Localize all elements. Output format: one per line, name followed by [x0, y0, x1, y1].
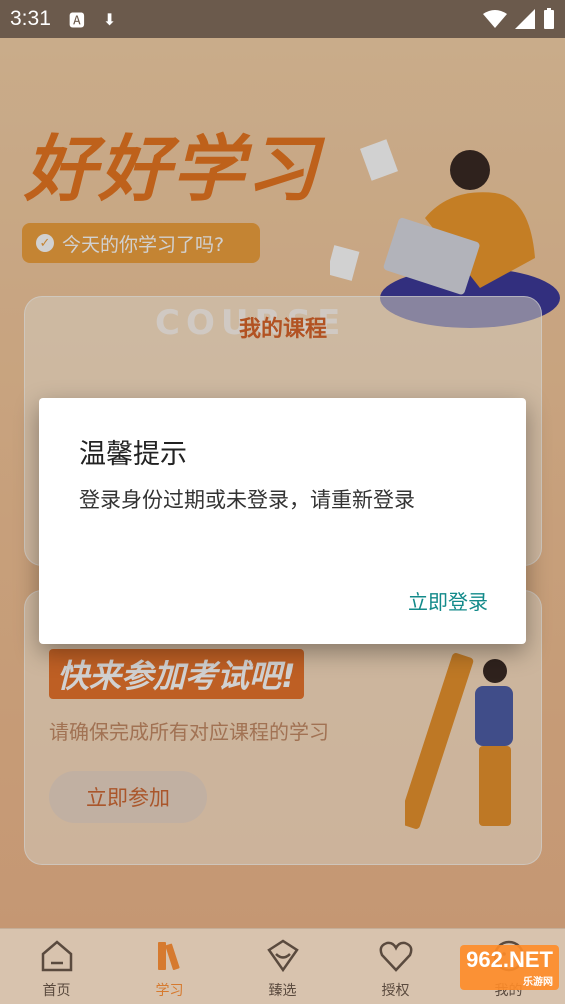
nav-item-authorize[interactable]: 授权: [339, 929, 452, 1004]
books-icon: [157, 942, 180, 971]
nav-item-home-label: 首页: [42, 983, 71, 999]
site-watermark-badge: 962.NET 乐游网: [460, 945, 559, 990]
heart-icon: [379, 941, 412, 972]
badge-sub-text: 乐游网: [523, 977, 553, 988]
select-icon: [266, 939, 299, 973]
signal-icon: [515, 9, 535, 29]
battery-icon: [544, 8, 554, 29]
status-time: 3:31: [10, 7, 51, 30]
nav-item-home[interactable]: 首页: [0, 929, 113, 1004]
status-bar: 3:31 🅰 ⬇: [0, 0, 565, 38]
nav-item-select[interactable]: 臻选: [226, 929, 339, 1004]
login-expired-dialog: 温馨提示 登录身份过期或未登录，请重新登录 立即登录: [39, 398, 526, 644]
keyboard-notification-icon: 🅰: [68, 11, 85, 30]
nav-item-study[interactable]: 学习: [113, 929, 226, 1004]
nav-item-authorize-label: 授权: [381, 983, 410, 999]
wifi-icon: [483, 10, 507, 28]
nav-item-select-label: 臻选: [268, 983, 297, 999]
home-icon: [41, 940, 72, 972]
badge-main-text: 962.NET: [466, 947, 553, 972]
download-notification-icon: ⬇: [102, 9, 117, 29]
dialog-message: 登录身份过期或未登录，请重新登录: [79, 488, 415, 512]
dialog-title: 温馨提示: [79, 439, 187, 470]
nav-item-study-label: 学习: [155, 983, 184, 999]
login-now-button[interactable]: 立即登录: [408, 586, 488, 615]
